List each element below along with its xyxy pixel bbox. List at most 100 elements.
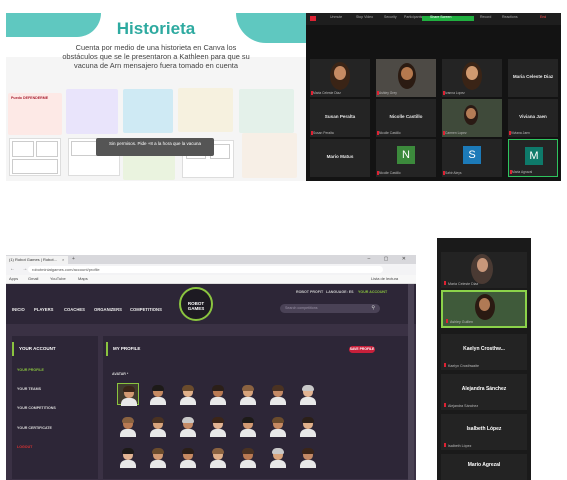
avatar-hair [212, 417, 224, 423]
participant-tile[interactable]: Ashley Grey [376, 59, 436, 97]
participant-tile[interactable]: Ivanna Lopez [442, 59, 502, 97]
avatar-body [240, 460, 256, 468]
toolbar-security[interactable]: Security [384, 15, 397, 19]
canva-description: Cuenta por medio de una historieta en Ca… [62, 43, 250, 70]
avatar-body [150, 429, 166, 437]
avatar-hair [152, 385, 164, 391]
avatar-option[interactable] [297, 383, 319, 405]
avatar-option[interactable] [117, 383, 139, 406]
window-controls[interactable]: – ▢ ✕ [368, 256, 412, 262]
participant-name: Mario Agrezal [467, 462, 501, 468]
template-thumb-1[interactable]: Puedo DEFENDERME [8, 93, 62, 135]
toplink-language[interactable]: LANGUAGE: ES [326, 290, 354, 294]
new-tab-icon[interactable]: + [72, 256, 75, 262]
mute-icon[interactable] [310, 16, 316, 21]
participant-label: Alejandra Sánchez [448, 404, 479, 408]
toolbar-unmute[interactable]: Unmute [330, 15, 342, 19]
participant-tile[interactable]: N Nicolle Castillo [376, 139, 436, 177]
toolbar-reactions[interactable]: Reactions [502, 15, 518, 19]
participant-tile-active[interactable]: Ashley Guillen [441, 290, 527, 328]
avatar-option[interactable] [267, 446, 289, 468]
account-item-teams[interactable]: YOUR TEAMS [17, 387, 41, 391]
avatar-option[interactable] [297, 446, 319, 468]
avatar-option[interactable] [147, 383, 169, 405]
avatar-hair [123, 386, 135, 392]
nav-organizers[interactable]: ORGANIZERS [94, 307, 122, 312]
avatar-hair [122, 417, 134, 423]
close-tab-icon[interactable]: × [62, 257, 64, 262]
toolbar-participants[interactable]: Participants [404, 15, 422, 19]
avatar-option[interactable] [267, 383, 289, 405]
participant-tile[interactable]: Viviana Jaen Viviana Jaen [508, 99, 558, 137]
page-scrollbar[interactable] [408, 284, 414, 480]
avatar-body [300, 397, 316, 405]
avatar-option[interactable] [237, 446, 259, 468]
nav-competitions[interactable]: COMPETITIONS [130, 307, 162, 312]
save-profile-button[interactable]: SAVE PROFILE [349, 346, 375, 353]
participant-tile[interactable]: Mario Agrezal [441, 454, 527, 480]
toolbar-end[interactable]: End [540, 15, 546, 19]
account-item-competitions[interactable]: YOUR COMPETITIONS [17, 406, 56, 410]
avatar-option[interactable] [117, 415, 139, 437]
participant-label: Ashley Grey [379, 91, 397, 95]
participant-label: Maria Agrazal [512, 170, 533, 174]
bookmark-gmail[interactable]: Gmail [28, 276, 38, 281]
participant-tile[interactable]: Maria Celeste Diaz [508, 59, 558, 97]
avatar-option[interactable] [177, 446, 199, 468]
nav-inicio[interactable]: INICIO [12, 307, 25, 312]
avatar-option[interactable] [117, 446, 139, 468]
reading-list[interactable]: Lista de lectura [371, 276, 398, 281]
template-thumb-7[interactable] [242, 133, 297, 178]
avatar-option[interactable] [237, 383, 259, 405]
search-icon[interactable]: ⚲ [371, 305, 375, 311]
avatar-option[interactable] [207, 446, 229, 468]
toplink-account[interactable]: YOUR ACCOUNT [358, 290, 387, 294]
avatar-option[interactable] [177, 415, 199, 437]
avatar-option[interactable] [147, 415, 169, 437]
toplink-profit[interactable]: ROBOT PROFIT [296, 290, 323, 294]
participant-tile[interactable]: Maria Celeste Diaz [310, 59, 370, 97]
avatar-body [180, 460, 196, 468]
bookmark-youtube[interactable]: YouTube [50, 276, 66, 281]
participant-tile[interactable]: Isalbeth López Isalbeth López [441, 414, 527, 450]
nav-players[interactable]: PLAYERS [34, 307, 53, 312]
participant-tile[interactable]: S Sahir Aleys [442, 139, 502, 177]
participant-tile[interactable]: Kaelyn Crosthw... Kaelyn Crosthwaite [441, 334, 527, 370]
site-search-input[interactable]: Search competitions ⚲ [280, 304, 380, 313]
avatar-hair [242, 417, 254, 423]
avatar-hair [182, 385, 194, 391]
toolbar-stop-video[interactable]: Stop Video [356, 15, 373, 19]
participant-tile[interactable]: Alejandra Sánchez Alejandra Sánchez [441, 374, 527, 410]
robot-games-logo[interactable]: ROBOT GAMES [179, 287, 213, 321]
avatar-option[interactable] [207, 383, 229, 405]
avatar-option[interactable] [147, 446, 169, 468]
toolbar-share[interactable]: Share Screen [430, 15, 451, 19]
account-item-logout[interactable]: LOGOUT [17, 445, 32, 449]
avatar-option[interactable] [207, 415, 229, 437]
template-thumb-4[interactable] [178, 88, 233, 132]
participant-tile[interactable]: Carmen Lopez [442, 99, 502, 137]
template-thumb-5[interactable] [239, 89, 294, 133]
nav-coaches[interactable]: COACHES [64, 307, 85, 312]
bookmark-apps[interactable]: Apps [9, 276, 18, 281]
participant-tile[interactable]: Maria Celeste Diaz [441, 252, 527, 288]
url-input[interactable]: robotminiatgames.com/account/profile [28, 266, 383, 273]
participant-tile[interactable]: Nicolle Castillo Nicolle Castillo [376, 99, 436, 137]
avatar-option[interactable] [237, 415, 259, 437]
toolbar-record[interactable]: Record [480, 15, 491, 19]
account-item-profile[interactable]: YOUR PROFILE [17, 368, 44, 372]
template-thumb-2[interactable] [66, 89, 118, 134]
avatar-option[interactable] [267, 415, 289, 437]
participant-tile[interactable]: Susan Peralta Susan Peralta [310, 99, 370, 137]
avatar-hair [182, 417, 194, 423]
template-thumb-3[interactable] [123, 89, 173, 133]
avatar-option[interactable] [177, 383, 199, 405]
browser-tab[interactable]: (1) Robot Games | Robot... [6, 256, 68, 264]
bookmark-maps[interactable]: Maps [78, 276, 88, 281]
participant-tile-active[interactable]: M Maria Agrazal [508, 139, 558, 177]
participant-tile[interactable]: Mario Matus [310, 139, 370, 177]
robot-games-page: ROBOT PROFIT LANGUAGE: ES YOUR ACCOUNT I… [6, 284, 416, 480]
avatar-option[interactable] [297, 415, 319, 437]
account-item-certificate[interactable]: YOUR CERTIFICATE [17, 426, 52, 430]
template-blank-1[interactable] [9, 138, 61, 176]
